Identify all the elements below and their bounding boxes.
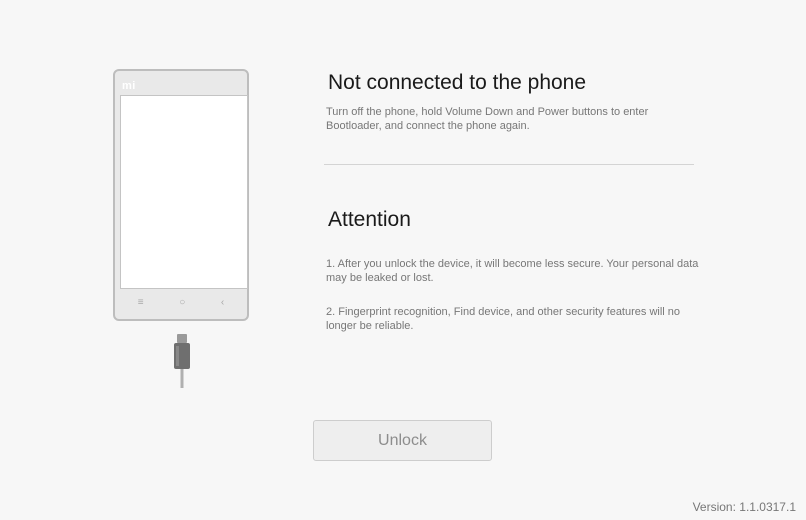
connection-instructions: Turn off the phone, hold Volume Down and… <box>326 106 649 132</box>
usb-cable-icon <box>174 334 190 388</box>
menu-key-icon: ≡ <box>137 297 144 308</box>
home-key-icon: ○ <box>179 297 186 308</box>
back-key-icon: ‹ <box>220 297 225 308</box>
phone-screen <box>120 95 248 289</box>
phone-illustration: mi ≡ ○ ‹ <box>113 69 249 321</box>
mi-logo: mi <box>122 80 136 92</box>
connection-title: Not connected to the phone <box>328 71 587 94</box>
section-divider <box>324 164 694 165</box>
phone-nav-keys: ≡ ○ ‹ <box>120 295 242 311</box>
version-label: Version: 1.1.0317.1 <box>692 500 796 514</box>
attention-title: Attention <box>328 208 411 231</box>
attention-item-features: 2. Fingerprint recognition, Find device,… <box>326 306 681 332</box>
unlock-button[interactable]: Unlock <box>313 420 492 461</box>
attention-item-security: 1. After you unlock the device, it will … <box>326 258 699 284</box>
